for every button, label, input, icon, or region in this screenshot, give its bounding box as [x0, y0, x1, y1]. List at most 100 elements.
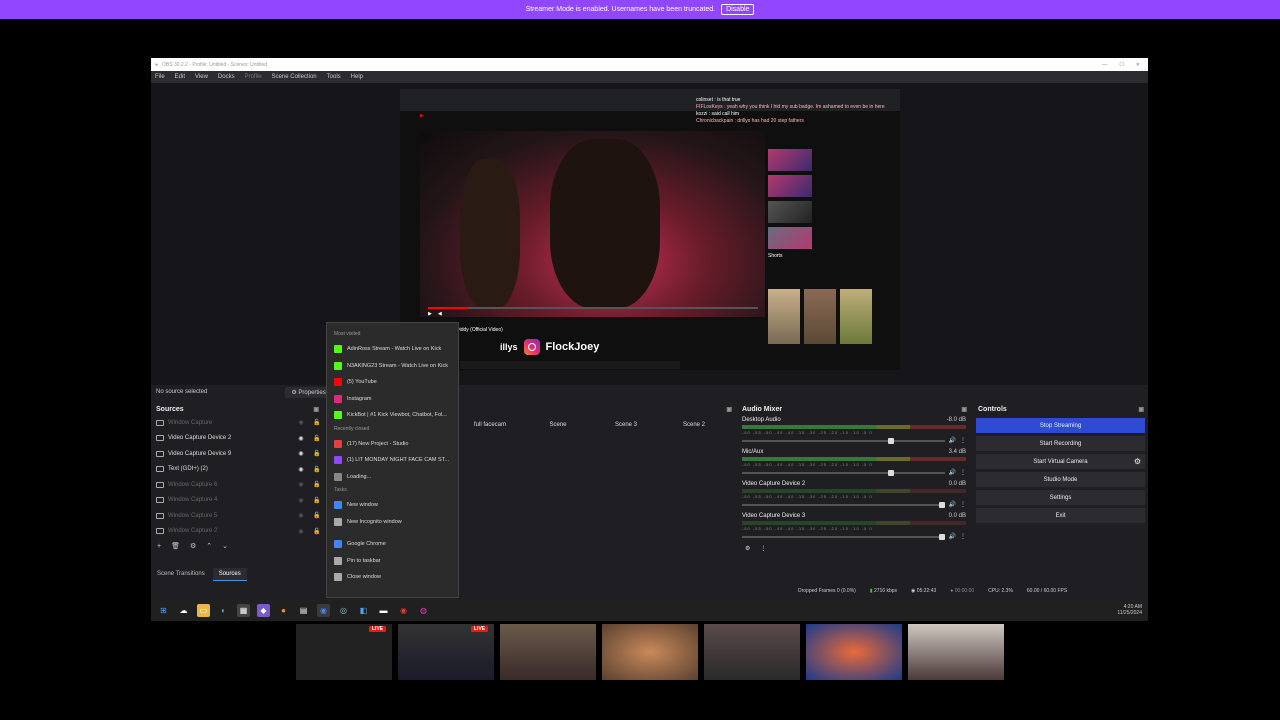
disable-button[interactable]: Disable: [721, 4, 755, 15]
start-virtual-camera-button[interactable]: Start Virtual Camera ⚙: [976, 454, 1145, 469]
fader-knob[interactable]: [887, 469, 894, 476]
eye-icon[interactable]: ◉: [295, 497, 307, 504]
file-explorer-icon[interactable]: ▭: [197, 603, 210, 617]
lock-icon[interactable]: 🔓: [311, 497, 323, 504]
volume-fader[interactable]: [742, 501, 945, 508]
eye-icon[interactable]: ◉: [295, 528, 307, 535]
fader-knob[interactable]: [938, 533, 945, 540]
maximize-icon[interactable]: ☐: [1119, 62, 1123, 68]
source-item[interactable]: Window Capture ◉ 🔓: [151, 415, 323, 431]
volume-fader[interactable]: [742, 437, 945, 444]
lock-icon[interactable]: 🔓: [311, 435, 323, 442]
jumplist-item[interactable]: Pin to taskbar: [332, 553, 453, 570]
properties-button[interactable]: ⚙ Properties: [285, 386, 332, 398]
steam-icon[interactable]: ◎: [337, 604, 350, 617]
menu-dots-icon[interactable]: ⋮: [960, 437, 966, 444]
menu-scene-collection[interactable]: Scene Collection: [272, 74, 317, 80]
undock-icon[interactable]: ▣: [1138, 406, 1144, 413]
eye-icon[interactable]: ◉: [295, 435, 307, 442]
widgets-icon[interactable]: ☁: [177, 604, 190, 617]
stream-tile[interactable]: [704, 624, 800, 680]
gear-icon[interactable]: ⚙: [1134, 457, 1141, 466]
fader-knob[interactable]: [938, 501, 945, 508]
jumplist-item[interactable]: (1) LIT MONDAY NIGHT FACE CAM ST...: [332, 452, 453, 469]
close-icon[interactable]: ✕: [1136, 62, 1140, 68]
obs-icon[interactable]: ◉: [397, 604, 410, 617]
volume-fader[interactable]: [742, 469, 945, 476]
tab-sources[interactable]: Sources: [212, 568, 247, 581]
source-item[interactable]: Video Capture Device 9 ◉ 🔓: [151, 446, 323, 462]
jumplist-item[interactable]: KickBot | #1 Kick Viewbot, Chatbot, Fol.…: [332, 407, 453, 424]
studio-mode-button[interactable]: Studio Mode: [976, 472, 1145, 487]
lock-icon[interactable]: 🔓: [311, 528, 323, 535]
media-icon[interactable]: ▤: [297, 604, 310, 617]
eye-icon[interactable]: ◉: [295, 512, 307, 519]
firefox-icon[interactable]: ●: [277, 604, 290, 617]
lock-icon[interactable]: 🔓: [311, 512, 323, 519]
menu-edit[interactable]: Edit: [175, 74, 185, 80]
menu-profile[interactable]: Profile: [245, 74, 262, 80]
source-item[interactable]: Window Capture 5 ◉ 🔓: [151, 508, 323, 524]
stop-streaming-button[interactable]: Stop Streaming: [976, 418, 1145, 433]
speaker-icon[interactable]: 🔊: [949, 501, 956, 508]
lock-icon[interactable]: 🔓: [311, 450, 323, 457]
exit-button[interactable]: Exit: [976, 508, 1145, 523]
jumplist-item[interactable]: Instagram: [332, 391, 453, 408]
stream-tile[interactable]: [602, 624, 698, 680]
stream-tile[interactable]: LIVE: [398, 624, 494, 680]
menu-file[interactable]: File: [155, 74, 165, 80]
move-down-icon[interactable]: ⌄: [222, 542, 228, 550]
calculator-icon[interactable]: ▦: [237, 603, 250, 617]
menu-docks[interactable]: Docks: [218, 74, 235, 80]
undock-icon[interactable]: ▣: [961, 406, 967, 413]
stream-tile[interactable]: [500, 624, 596, 680]
eye-icon[interactable]: ◉: [295, 419, 307, 426]
undock-icon[interactable]: ▣: [726, 406, 732, 413]
app-icon[interactable]: ◍: [417, 604, 430, 617]
terminal-icon[interactable]: ▬: [377, 604, 390, 617]
menu-view[interactable]: View: [195, 74, 208, 80]
source-item[interactable]: Window Capture 6 ◉ 🔓: [151, 477, 323, 493]
source-item[interactable]: Window Capture 4 ◉ 🔓: [151, 493, 323, 509]
menu-dots-icon[interactable]: ⋮: [960, 501, 966, 508]
menu-dots-icon[interactable]: ⋮: [960, 469, 966, 476]
jumplist-item[interactable]: Google Chrome: [332, 536, 453, 553]
gear-icon[interactable]: ⚙: [190, 542, 196, 550]
scene-item[interactable]: Scene 3: [592, 419, 660, 431]
minimize-icon[interactable]: —: [1102, 62, 1107, 68]
scene-item[interactable]: Scene: [524, 419, 592, 431]
scene-item[interactable]: full facecam: [456, 419, 524, 431]
taskbar-clock[interactable]: 4:20 AM 11/25/2024: [1117, 604, 1148, 616]
source-item[interactable]: Window Capture 2 ◉ 🔓: [151, 524, 323, 540]
jumplist-item[interactable]: AdinRoss Stream - Watch Live on Kick: [332, 341, 453, 358]
app-icon[interactable]: ◆: [257, 603, 270, 617]
source-item[interactable]: Video Capture Device 2 ◉ 🔓: [151, 431, 323, 447]
tab-scene-transitions[interactable]: Scene Transitions: [151, 568, 211, 581]
source-item[interactable]: Text (GDI+) (2) ◉ 🔓: [151, 462, 323, 478]
fader-knob[interactable]: [887, 437, 894, 444]
lock-icon[interactable]: 🔓: [311, 419, 323, 426]
jumplist-item[interactable]: New Incognito window: [332, 514, 453, 531]
jumplist-item[interactable]: Loading...: [332, 469, 453, 486]
add-icon[interactable]: +: [157, 543, 161, 550]
eye-icon[interactable]: ◉: [295, 450, 307, 457]
volume-fader[interactable]: [742, 533, 945, 540]
chrome-icon[interactable]: ◉: [317, 603, 330, 617]
eye-icon[interactable]: ◉: [295, 466, 307, 473]
settings-button[interactable]: Settings: [976, 490, 1145, 505]
stream-preview[interactable]: ▶ ▶ ◀ colinset : is that true FIFLosKeys…: [400, 89, 900, 370]
menu-dots-icon[interactable]: ⋮: [960, 533, 966, 540]
stream-tile[interactable]: [806, 624, 902, 680]
start-recording-button[interactable]: Start Recording: [976, 436, 1145, 451]
move-up-icon[interactable]: ⌃: [206, 542, 212, 550]
stream-tile[interactable]: LIVE: [296, 624, 392, 680]
menu-tools[interactable]: Tools: [327, 74, 341, 80]
eye-icon[interactable]: ◉: [295, 481, 307, 488]
menu-dots-icon[interactable]: ⋮: [760, 545, 766, 552]
jumplist-item[interactable]: (5) YouTube: [332, 374, 453, 391]
speaker-icon[interactable]: 🔊: [949, 469, 956, 476]
jumplist-item[interactable]: N3AKING23 Stream - Watch Live on Kick: [332, 358, 453, 375]
stream-tile[interactable]: [908, 624, 1004, 680]
advanced-audio-icon[interactable]: ⚙: [745, 545, 750, 552]
jumplist-item[interactable]: (17) New Project - Studio: [332, 436, 453, 453]
